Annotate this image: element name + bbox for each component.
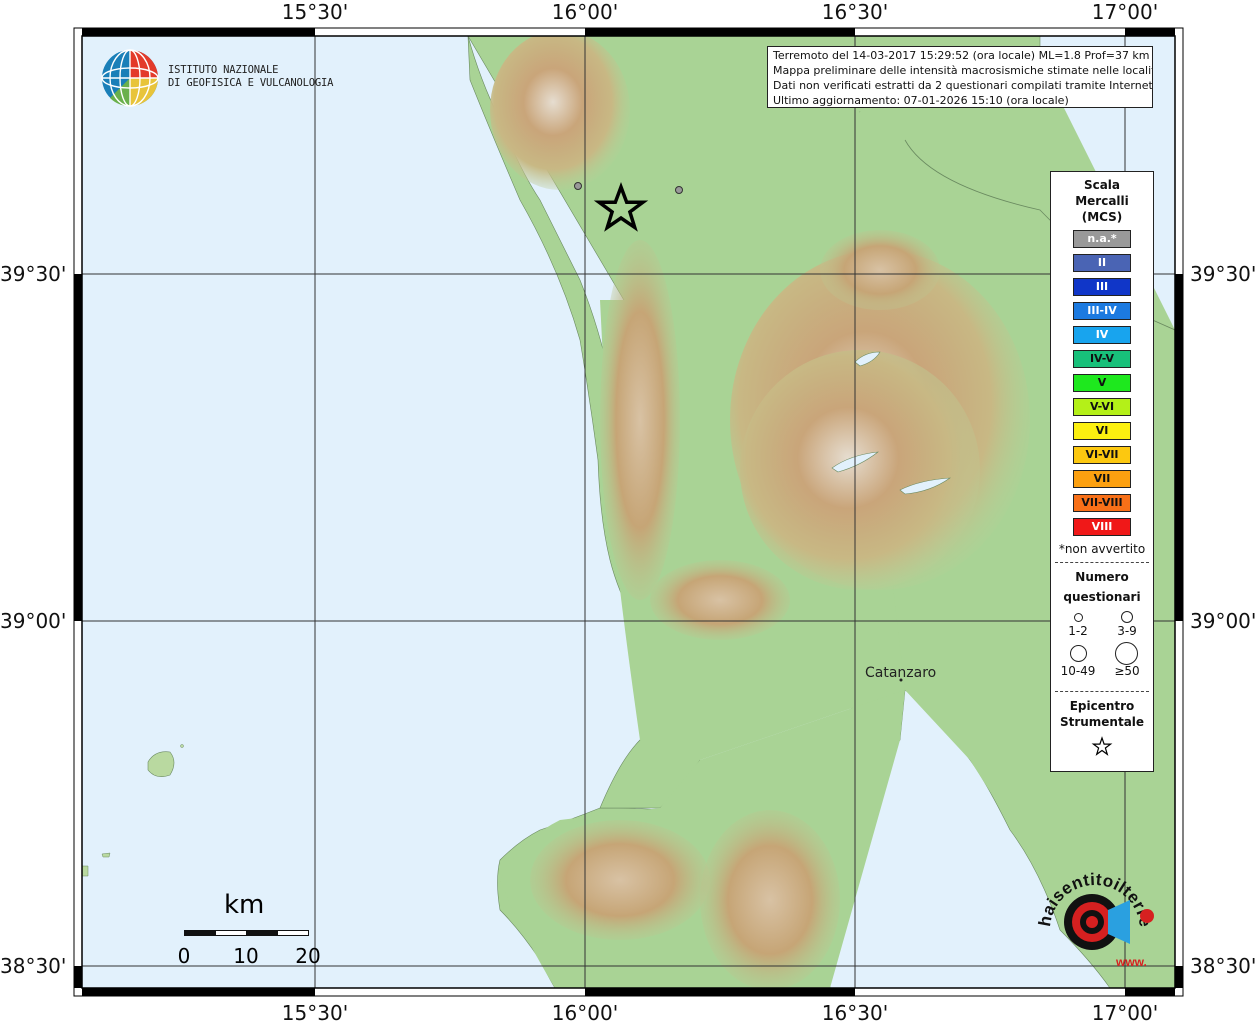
lat-label-right-3930: 39°30' — [1190, 262, 1255, 286]
scale-unit: km — [224, 890, 265, 920]
not-felt-note: *non avvertito — [1058, 542, 1146, 556]
lon-label-top-1530: 15°30' — [281, 0, 349, 24]
ingv-name-line1: ISTITUTO NAZIONALE — [168, 64, 279, 76]
place-label-catanzaro: Catanzaro — [865, 665, 937, 681]
lon-label-top-1600: 16°00' — [551, 0, 619, 24]
lat-label-right-3900: 39°00' — [1190, 609, 1255, 633]
haisentito-logo-graphic: haisentitoilterremoto.it www. — [1022, 845, 1154, 969]
count-label: 10-49 — [1060, 664, 1096, 678]
scale-tick-label: 20 — [295, 944, 321, 968]
mcs-swatch: n.a.* — [1073, 230, 1131, 248]
lon-label-bottom-1530: 15°30' — [281, 1001, 349, 1025]
questionnaire-point — [675, 186, 683, 194]
questionnaire-point — [574, 182, 582, 190]
legend-title: Scala — [1083, 178, 1121, 192]
legend-divider — [1055, 691, 1149, 692]
legend-title: Mercalli — [1075, 194, 1129, 208]
mcs-scale: n.a.* II III III-IV IV IV-V V V-VI VI VI-VII VII VI… — [1051, 230, 1153, 536]
mcs-swatch: VII-VIII — [1073, 494, 1131, 512]
scale-tick-label: 10 — [233, 944, 259, 968]
lon-label-top-1700: 17°00' — [1091, 0, 1159, 24]
scale-segment — [184, 930, 216, 936]
epicenter-title: Epicentro — [1069, 699, 1135, 713]
mcs-swatch: IV-V — [1073, 350, 1131, 368]
legend-title: (MCS) — [1081, 210, 1123, 224]
count-circle-50 — [1115, 642, 1138, 665]
count-circle-10-49 — [1070, 645, 1087, 662]
count-title: Numero — [1075, 570, 1129, 584]
haisentito-logo: haisentitoilterremoto.it www. — [1022, 845, 1160, 980]
mcs-swatch: VIII — [1073, 518, 1131, 536]
mcs-swatch: VII — [1073, 470, 1131, 488]
scale-segment — [277, 930, 309, 936]
mcs-swatch: II — [1073, 254, 1131, 272]
lat-label-left-3900: 39°00' — [0, 609, 67, 633]
scale-segment — [215, 930, 247, 936]
scale-tick-label: 0 — [177, 944, 191, 968]
mcs-swatch: VI-VII — [1073, 446, 1131, 464]
haisentito-www: www. — [1115, 955, 1147, 969]
event-info-line: Terremoto del 14-03-2017 15:29:52 (ora l… — [773, 49, 1150, 62]
lon-label-top-1630: 16°30' — [821, 0, 889, 24]
lat-label-right-3830: 38°30' — [1190, 954, 1255, 978]
event-info-line: Mappa preliminare delle intensità macros… — [773, 64, 1153, 77]
scale-bar: km 0 10 20 — [177, 890, 330, 970]
legend-divider — [1055, 562, 1149, 563]
globe-icon — [101, 49, 159, 107]
count-circle-3-9 — [1121, 611, 1133, 623]
mcs-swatch: V — [1073, 374, 1131, 392]
count-label: ≥50 — [1114, 664, 1140, 678]
mcs-swatch: III — [1073, 278, 1131, 296]
mcs-swatch: IV — [1073, 326, 1131, 344]
star-icon — [1091, 736, 1113, 756]
mcs-swatch: III-IV — [1073, 302, 1131, 320]
ingv-logo: ISTITUTO NAZIONALE DI GEOFISICA E VULCAN… — [100, 48, 340, 110]
lon-label-bottom-1600: 16°00' — [551, 1001, 619, 1025]
lon-label-bottom-1630: 16°30' — [821, 1001, 889, 1025]
mcs-swatch: V-VI — [1073, 398, 1131, 416]
event-info-line: Ultimo aggiornamento: 07-01-2026 15:10 (… — [773, 94, 1069, 107]
count-label: 3-9 — [1117, 624, 1137, 638]
count-title: questionari — [1063, 590, 1141, 604]
lat-label-left-3930: 39°30' — [0, 262, 67, 286]
epicenter-title: Strumentale — [1059, 715, 1145, 729]
lon-label-bottom-1700: 17°00' — [1091, 1001, 1159, 1025]
count-symbols: 1-2 3-9 10-49 ≥50 — [1051, 605, 1153, 678]
scale-segment — [246, 930, 278, 936]
legend-panel: Scala Mercalli (MCS) n.a.* II III III-IV IV I… — [1050, 171, 1154, 772]
event-info-box: Terremoto del 14-03-2017 15:29:52 (ora l… — [767, 46, 1153, 108]
count-label: 1-2 — [1068, 624, 1088, 638]
ingv-name-line2: DI GEOFISICA E VULCANOLOGIA — [168, 77, 334, 89]
count-circle-1-2 — [1074, 613, 1083, 622]
lat-label-left-3830: 38°30' — [0, 954, 67, 978]
mcs-swatch: VI — [1073, 422, 1131, 440]
event-info-line: Dati non verificati estratti da 2 questi… — [773, 79, 1153, 92]
